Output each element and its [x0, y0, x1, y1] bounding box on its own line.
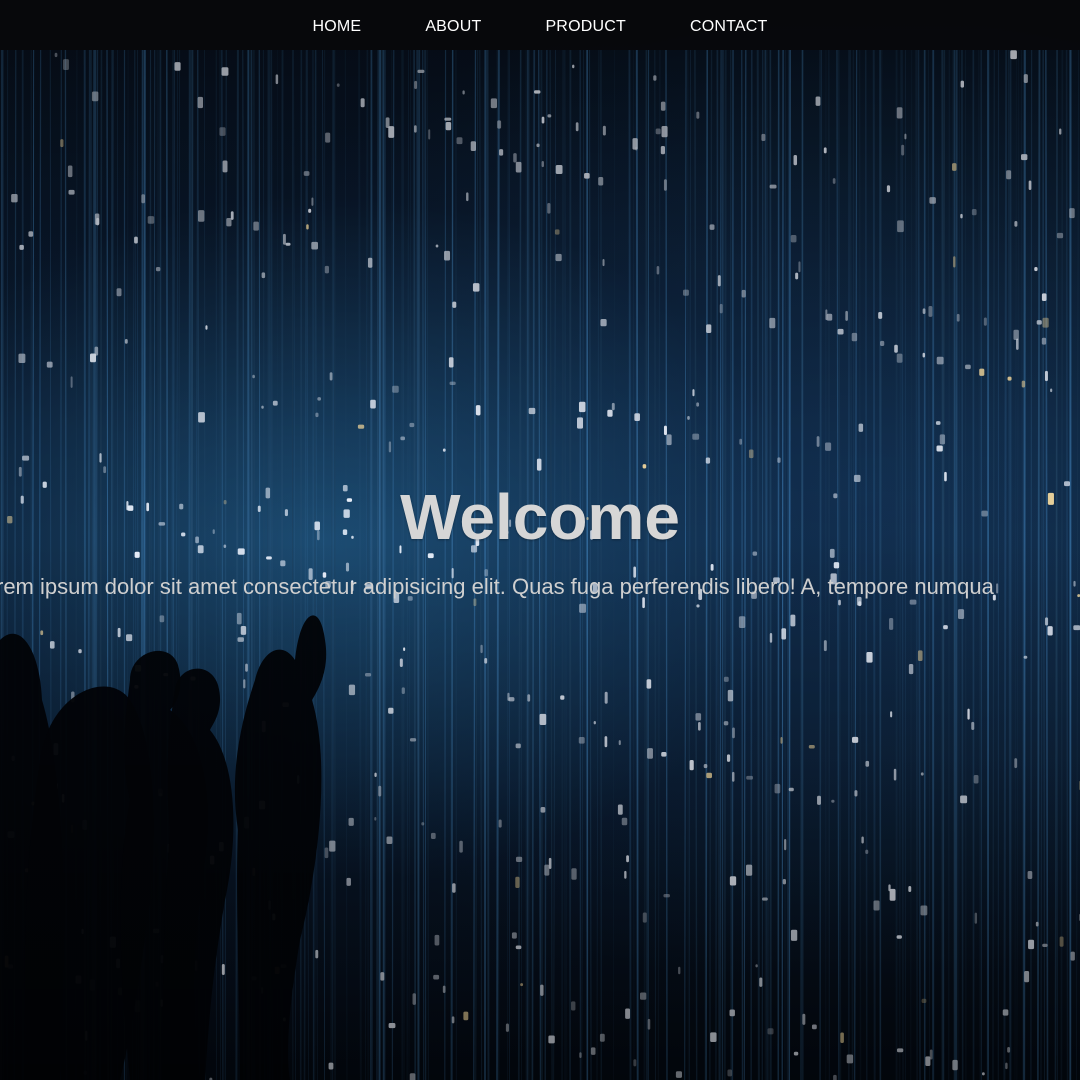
- nav-contact-link[interactable]: CONTACT: [690, 18, 768, 36]
- nav-product-link[interactable]: PRODUCT: [545, 18, 626, 36]
- hero-section: HOME ABOUT PRODUCT CONTACT Welcome rem i…: [0, 0, 1080, 1080]
- hero-description: rem ipsum dolor sit amet consectetur adi…: [0, 574, 994, 599]
- nav-home-link[interactable]: HOME: [313, 18, 362, 36]
- navbar: HOME ABOUT PRODUCT CONTACT: [0, 0, 1080, 50]
- nav-about-link[interactable]: ABOUT: [425, 18, 481, 36]
- hero-title: Welcome: [400, 481, 680, 553]
